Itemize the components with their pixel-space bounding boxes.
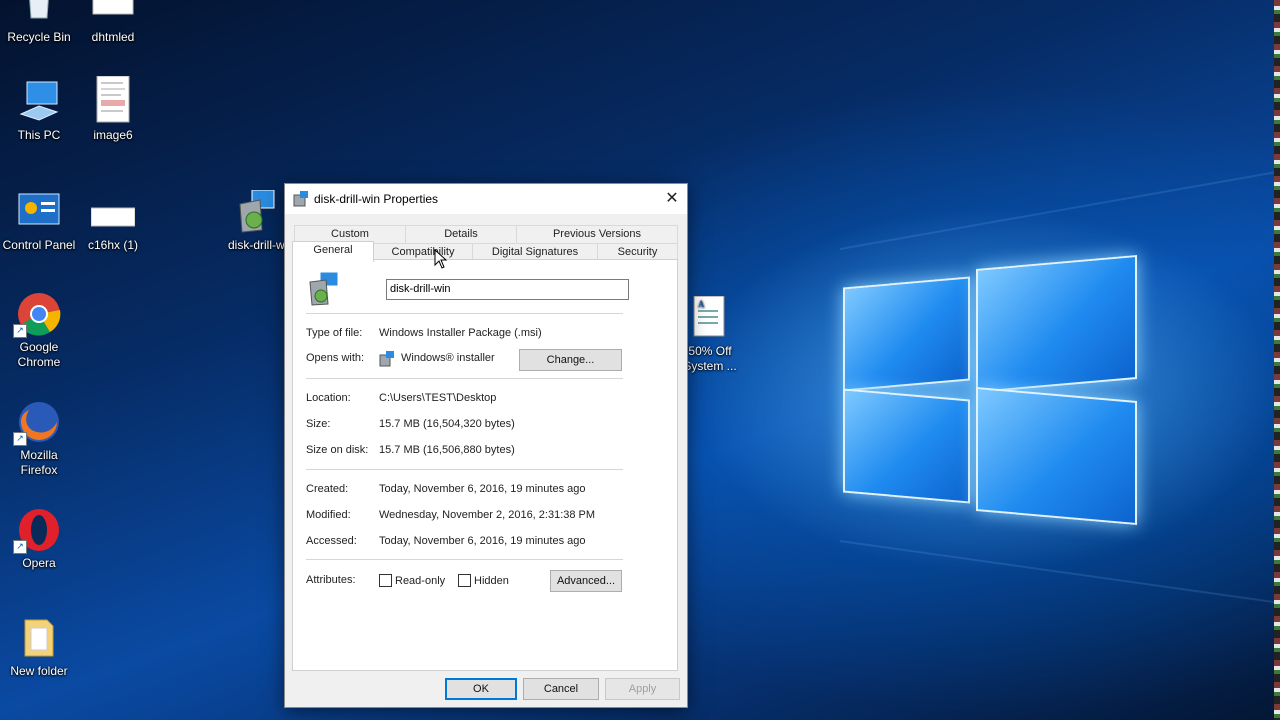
- screen-edge-artifact: [1274, 0, 1280, 720]
- tab-general[interactable]: General: [292, 241, 374, 262]
- computer-icon: [17, 80, 61, 124]
- file-name-input[interactable]: [386, 279, 629, 300]
- desktop-icon-label: Google Chrome: [17, 340, 61, 369]
- desktop-icon-label: c16hx (1): [87, 238, 139, 252]
- hidden-label: Hidden: [474, 575, 509, 587]
- cancel-button[interactable]: Cancel: [523, 678, 599, 700]
- size-label: Size:: [306, 418, 331, 430]
- dialog-title: disk-drill-win Properties: [314, 192, 439, 206]
- dialog-titlebar[interactable]: disk-drill-win Properties ✕: [285, 184, 687, 214]
- document-icon: A: [688, 295, 732, 340]
- recycle-bin-icon: [17, 0, 61, 26]
- opens-with-label: Opens with:: [306, 352, 365, 364]
- file-icon: [91, 0, 135, 26]
- opens-with-value: Windows® installer: [401, 352, 495, 364]
- general-tab-panel: Type of file: Windows Installer Package …: [292, 259, 678, 671]
- folder-icon: [17, 616, 61, 660]
- size-on-disk-value: 15.7 MB (16,506,880 bytes): [379, 444, 515, 456]
- desktop-icon-label: image6: [93, 128, 133, 142]
- divider: [306, 313, 623, 314]
- desktop-icon-label: New folder: [10, 664, 68, 678]
- accessed-label: Accessed:: [306, 535, 357, 547]
- read-only-label: Read-only: [395, 575, 446, 587]
- created-value: Today, November 6, 2016, 19 minutes ago: [379, 483, 586, 495]
- desktop-icon-label: Opera: [22, 556, 56, 570]
- installer-icon: [306, 271, 340, 306]
- desktop-icon-c16hx[interactable]: c16hx (1): [76, 190, 150, 253]
- divider: [306, 378, 623, 379]
- file-icon: [90, 190, 136, 234]
- size-value: 15.7 MB (16,504,320 bytes): [379, 418, 515, 430]
- ok-button[interactable]: OK: [445, 678, 517, 700]
- desktop-icon-disk-drill[interactable]: disk-drill-w: [222, 190, 286, 253]
- close-button[interactable]: ✕: [657, 184, 687, 214]
- desktop-icon-image6[interactable]: image6: [76, 75, 150, 143]
- windows-installer-icon: [379, 351, 395, 367]
- advanced-button[interactable]: Advanced...: [550, 570, 622, 592]
- opera-icon: ↗: [13, 508, 61, 554]
- divider: [306, 559, 623, 560]
- accessed-value: Today, November 6, 2016, 19 minutes ago: [379, 535, 586, 547]
- desktop-icon-mozilla-firefox[interactable]: ↗ Mozilla Firefox: [2, 400, 76, 478]
- desktop-icon-dhtmled[interactable]: dhtmled: [76, 0, 150, 45]
- tab-details[interactable]: Details: [405, 225, 517, 243]
- desktop-icon-label: Mozilla Firefox: [20, 448, 58, 477]
- divider: [306, 469, 623, 470]
- read-only-checkbox[interactable]: [379, 574, 392, 587]
- hidden-checkbox[interactable]: [458, 574, 471, 587]
- installer-icon: [232, 190, 276, 234]
- desktop-icon-this-pc[interactable]: This PC: [2, 80, 76, 143]
- type-of-file-value: Windows Installer Package (.msi): [379, 327, 542, 339]
- modified-label: Modified:: [306, 509, 351, 521]
- desktop-icon-new-folder[interactable]: New folder: [2, 616, 76, 679]
- location-value: C:\Users\TEST\Desktop: [379, 392, 497, 404]
- change-button[interactable]: Change...: [519, 349, 622, 371]
- desktop-icon-label: This PC: [17, 128, 61, 142]
- shortcut-arrow-icon: ↗: [13, 540, 27, 554]
- shortcut-arrow-icon: ↗: [13, 432, 27, 446]
- desktop-icon-label: dhtmled: [91, 30, 135, 44]
- shortcut-arrow-icon: ↗: [13, 324, 27, 338]
- apply-button[interactable]: Apply: [605, 678, 680, 700]
- attributes-label: Attributes:: [306, 574, 356, 586]
- desktop-icon-recycle-bin[interactable]: Recycle Bin: [2, 0, 76, 45]
- desktop-icon-opera[interactable]: ↗ Opera: [2, 508, 76, 571]
- desktop-icon-label: disk-drill-w: [228, 238, 285, 252]
- size-on-disk-label: Size on disk:: [306, 444, 369, 456]
- tab-previous-versions[interactable]: Previous Versions: [516, 225, 678, 243]
- desktop-icon-label: Recycle Bin: [7, 30, 71, 44]
- desktop-icon-label: Control Panel: [2, 238, 76, 252]
- properties-dialog: disk-drill-win Properties ✕ Custom Detai…: [284, 183, 688, 708]
- created-label: Created:: [306, 483, 349, 495]
- chrome-icon: ↗: [13, 292, 61, 338]
- desktop-icon-control-panel[interactable]: Control Panel: [2, 190, 76, 253]
- firefox-icon: ↗: [13, 400, 61, 446]
- installer-icon: [293, 191, 309, 207]
- svg-text:A: A: [698, 299, 705, 309]
- location-label: Location:: [306, 392, 351, 404]
- modified-value: Wednesday, November 2, 2016, 2:31:38 PM: [379, 509, 596, 521]
- desktop-icon-google-chrome[interactable]: ↗ Google Chrome: [2, 292, 76, 370]
- document-icon: [91, 75, 135, 124]
- control-panel-icon: [17, 190, 61, 234]
- type-of-file-label: Type of file:: [306, 327, 363, 339]
